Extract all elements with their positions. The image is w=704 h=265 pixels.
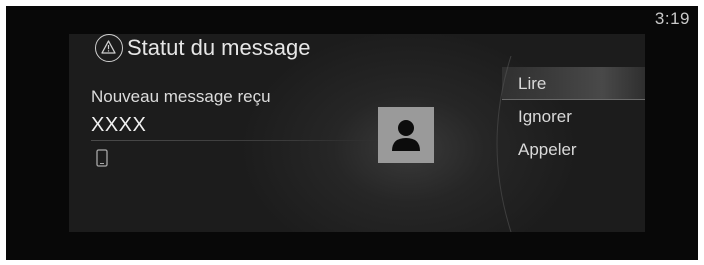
action-menu: Lire Ignorer Appeler — [502, 67, 645, 166]
infotainment-screen: 3:19 Statut du message Nouveau message r… — [6, 6, 698, 260]
sender-name: XXXX — [91, 114, 147, 136]
notification-label: Nouveau message reçu — [91, 87, 271, 106]
dialog-title: Statut du message — [127, 35, 311, 60]
divider — [91, 140, 381, 141]
warning-icon — [95, 34, 123, 62]
menu-item-label: Appeler — [518, 140, 577, 159]
clock: 3:19 — [654, 9, 690, 28]
menu-item-lire[interactable]: Lire — [502, 67, 645, 100]
menu-item-label: Ignorer — [518, 107, 572, 126]
contact-avatar-icon — [378, 107, 434, 163]
dialog-header: Statut du message — [95, 34, 310, 62]
menu-item-label: Lire — [518, 74, 547, 93]
message-status-dialog: Statut du message Nouveau message reçu X… — [69, 34, 645, 232]
menu-item-appeler[interactable]: Appeler — [502, 133, 645, 166]
menu-item-ignorer[interactable]: Ignorer — [502, 100, 645, 133]
phone-icon — [96, 149, 108, 172]
